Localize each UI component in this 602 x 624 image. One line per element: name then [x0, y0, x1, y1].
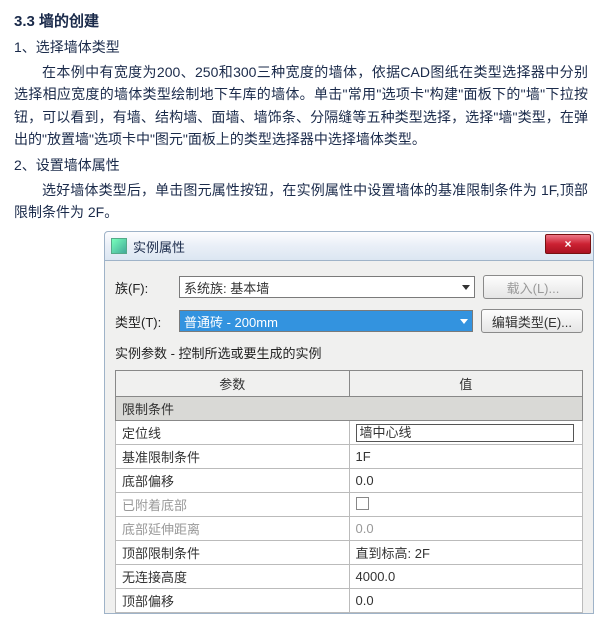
param-cell: 顶部限制条件 [116, 541, 350, 565]
checkbox [356, 497, 369, 510]
value-cell[interactable]: 0.0 [349, 589, 583, 613]
edit-type-button[interactable]: 编辑类型(E)... [481, 309, 583, 333]
list-item-1: 1、选择墙体类型 [14, 37, 588, 57]
table-row[interactable]: 底部偏移 0.0 [116, 469, 583, 493]
param-cell: 已附着底部 [116, 493, 350, 517]
value-cell[interactable]: 0.0 [349, 469, 583, 493]
family-row: 族(F): 系统族: 基本墙 载入(L)... [115, 275, 583, 299]
paragraph-2: 选好墙体类型后，单击图元属性按钮，在实例属性中设置墙体的基准限制条件为 1F,顶… [14, 179, 588, 224]
type-row: 类型(T): 普通砖 - 200mm 编辑类型(E)... [115, 309, 583, 333]
family-value: 系统族: 基本墙 [184, 278, 269, 297]
param-cell: 无连接高度 [116, 565, 350, 589]
family-combobox[interactable]: 系统族: 基本墙 [179, 276, 475, 298]
value-cell[interactable]: 4000.0 [349, 565, 583, 589]
col-header-param: 参数 [116, 371, 350, 397]
close-button[interactable]: × [545, 234, 591, 254]
family-label: 族(F): [115, 278, 171, 297]
table-header-row: 参数 值 [116, 371, 583, 397]
table-row: 已附着底部 [116, 493, 583, 517]
param-cell: 底部偏移 [116, 469, 350, 493]
table-row[interactable]: 定位线 墙中心线 [116, 421, 583, 445]
params-table: 参数 值 限制条件 定位线 墙中心线 基准限制条件 1F 底部偏移 0.0 已附… [115, 370, 583, 613]
close-icon: × [564, 237, 571, 251]
type-label: 类型(T): [115, 312, 171, 331]
dialog-titlebar: 实例属性 × [104, 231, 594, 261]
value-cell[interactable]: 1F [349, 445, 583, 469]
dialog-title: 实例属性 [133, 237, 185, 256]
table-row: 底部延伸距离 0.0 [116, 517, 583, 541]
col-header-value: 值 [349, 371, 583, 397]
load-button[interactable]: 载入(L)... [483, 275, 583, 299]
list-item-2: 2、设置墙体属性 [14, 155, 588, 175]
section-title: 3.3 墙的创建 [14, 10, 588, 31]
chevron-down-icon [462, 285, 470, 290]
value-cell [349, 493, 583, 517]
param-cell: 底部延伸距离 [116, 517, 350, 541]
group-row-constraints: 限制条件 [116, 397, 583, 421]
params-caption: 实例参数 - 控制所选或要生成的实例 [115, 343, 583, 362]
app-icon [111, 238, 127, 254]
paragraph-1: 在本例中有宽度为200、250和300三种宽度的墙体，依据CAD图纸在类型选择器… [14, 61, 588, 151]
table-row[interactable]: 顶部限制条件 直到标高: 2F [116, 541, 583, 565]
param-cell: 基准限制条件 [116, 445, 350, 469]
param-cell: 顶部偏移 [116, 589, 350, 613]
param-cell: 定位线 [116, 421, 350, 445]
type-value: 普通砖 - 200mm [184, 312, 278, 331]
instance-properties-dialog: 实例属性 × 族(F): 系统族: 基本墙 载入(L)... 类型(T): 普通… [104, 231, 594, 614]
dialog-body: 族(F): 系统族: 基本墙 载入(L)... 类型(T): 普通砖 - 200… [104, 261, 594, 614]
type-combobox[interactable]: 普通砖 - 200mm [179, 310, 473, 332]
table-row[interactable]: 顶部偏移 0.0 [116, 589, 583, 613]
table-row[interactable]: 基准限制条件 1F [116, 445, 583, 469]
value-cell: 0.0 [349, 517, 583, 541]
chevron-down-icon [460, 319, 468, 324]
table-row[interactable]: 无连接高度 4000.0 [116, 565, 583, 589]
value-cell[interactable]: 墙中心线 [349, 421, 583, 445]
value-input[interactable]: 墙中心线 [356, 424, 575, 442]
value-cell[interactable]: 直到标高: 2F [349, 541, 583, 565]
group-label: 限制条件 [116, 397, 583, 421]
